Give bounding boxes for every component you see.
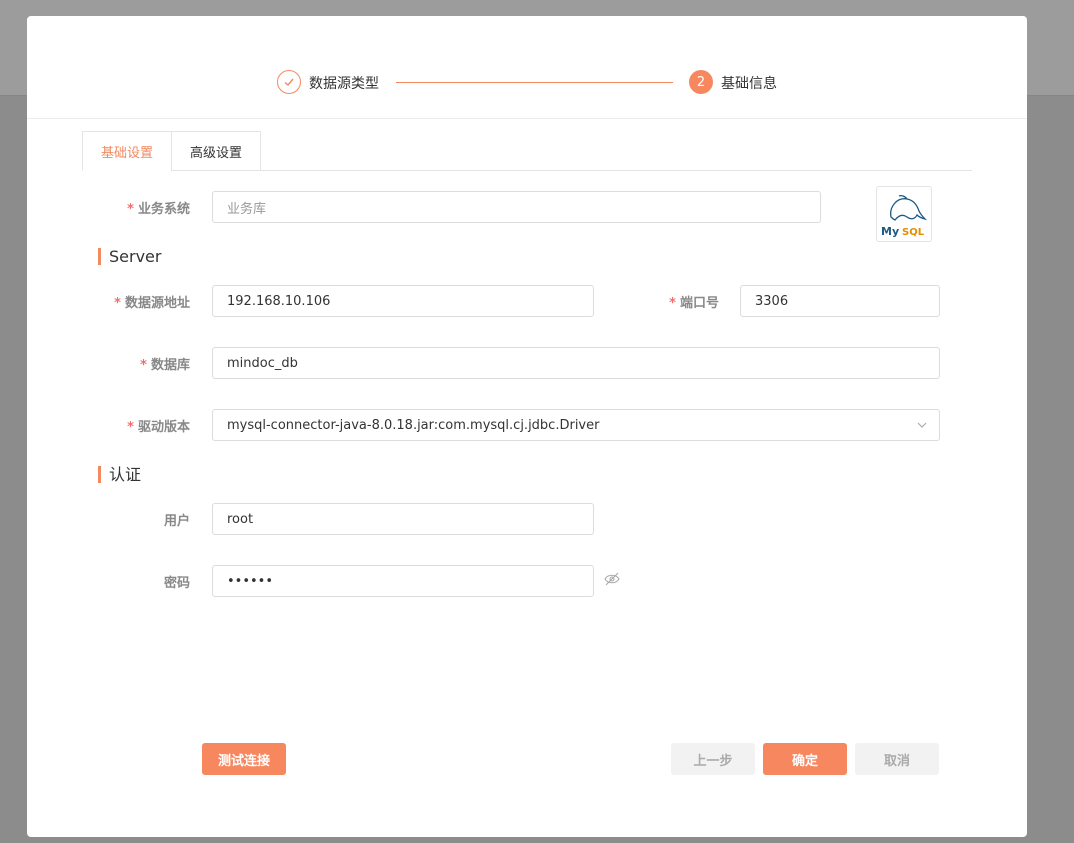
settings-tabs: 基础设置 高级设置 — [82, 131, 972, 171]
driver-select-value: mysql-connector-java-8.0.18.jar:com.mysq… — [227, 417, 600, 433]
database-label: * 数据库 — [140, 358, 190, 373]
tab-basic-settings[interactable]: 基础设置 — [82, 131, 172, 171]
eye-hidden-icon[interactable] — [604, 572, 620, 586]
step-1-label: 数据源类型 — [309, 76, 379, 92]
port-input[interactable]: 3306 — [740, 285, 940, 317]
user-input[interactable]: root — [212, 503, 594, 535]
step-1-check-icon — [277, 70, 301, 94]
password-label: 密码 — [163, 576, 190, 591]
user-label: 用户 — [163, 514, 190, 529]
watermark: 知乎 @修己 — [878, 785, 1027, 818]
previous-step-button[interactable]: 上一步 — [671, 743, 755, 775]
chevron-down-icon — [917, 422, 927, 428]
driver-label: * 驱动版本 — [127, 420, 190, 435]
tab-advanced-settings[interactable]: 高级设置 — [171, 131, 261, 171]
step-connector — [396, 82, 673, 83]
test-connection-button[interactable]: 测试连接 — [202, 743, 286, 775]
driver-select[interactable]: mysql-connector-java-8.0.18.jar:com.mysq… — [212, 409, 940, 441]
host-label: * 数据源地址 — [114, 296, 190, 311]
database-input[interactable]: mindoc_db — [212, 347, 940, 379]
auth-section-title: 认证 — [98, 466, 141, 483]
port-label: * 端口号 — [669, 296, 719, 311]
step-2-label: 基础信息 — [721, 76, 777, 92]
host-input[interactable]: 192.168.10.106 — [212, 285, 594, 317]
datasource-dialog: 数据源类型 2 基础信息 基础设置 高级设置 * 业务系统 业务库 My SQL … — [27, 16, 1027, 837]
server-section-title: Server — [98, 248, 161, 265]
business-system-input[interactable]: 业务库 — [212, 191, 821, 223]
mysql-logo: My SQL — [876, 186, 932, 242]
step-2-number: 2 — [689, 70, 713, 94]
steps-bar: 数据源类型 2 基础信息 — [27, 16, 1027, 119]
confirm-button[interactable]: 确定 — [763, 743, 847, 775]
svg-text:SQL: SQL — [902, 227, 925, 238]
business-system-label: * 业务系统 — [127, 202, 190, 217]
password-input[interactable]: •••••• — [212, 565, 594, 597]
cancel-button[interactable]: 取消 — [855, 743, 939, 775]
svg-text:My: My — [881, 225, 899, 238]
